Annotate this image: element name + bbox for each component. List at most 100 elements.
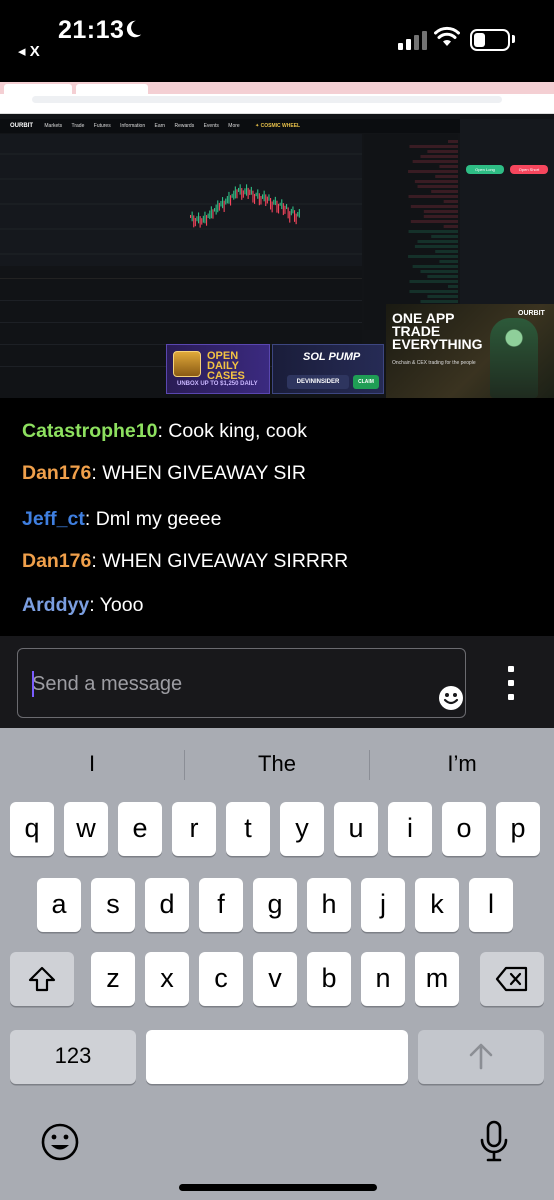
key-u[interactable]: u <box>334 802 378 856</box>
suggestion-item[interactable]: I <box>0 742 184 786</box>
numbers-key[interactable]: 123 <box>10 1030 136 1084</box>
candle <box>295 213 297 225</box>
key-t[interactable]: t <box>226 802 270 856</box>
chat-username[interactable]: Arddyy <box>22 594 89 616</box>
key-b[interactable]: b <box>307 952 351 1006</box>
orderbook-depth-bar <box>410 205 458 208</box>
key-g[interactable]: g <box>253 878 297 932</box>
table-row <box>0 323 362 345</box>
orderbook-depth-bar <box>431 235 458 238</box>
emoji-keyboard-icon[interactable] <box>40 1122 80 1162</box>
ad-logo: OURBIT <box>518 310 545 317</box>
key-i[interactable]: i <box>388 802 432 856</box>
on-screen-keyboard: I The I’m qwertyuiop asdfghjkl zxcvbnm 1… <box>0 728 554 1200</box>
candle <box>284 205 286 214</box>
orderbook-depth-bar <box>439 260 458 263</box>
orderbook-depth-bar <box>435 250 458 253</box>
key-d[interactable]: d <box>145 878 189 932</box>
key-c[interactable]: c <box>199 952 243 1006</box>
key-h[interactable]: h <box>307 878 351 932</box>
status-bar: 21:13 ◂ X <box>0 0 554 80</box>
candle <box>263 190 265 202</box>
key-y[interactable]: y <box>280 802 324 856</box>
browser-tab <box>4 84 72 94</box>
cellular-signal-icon <box>398 30 428 50</box>
candle <box>226 196 228 204</box>
keyboard-suggestions: I The I’m <box>0 742 554 786</box>
chat-username[interactable]: Catastrophe10 <box>22 420 157 442</box>
candle <box>254 193 256 204</box>
candle <box>207 213 209 219</box>
key-p[interactable]: p <box>496 802 540 856</box>
candle <box>273 199 275 205</box>
back-to-app-link[interactable]: ◂ X <box>18 42 40 60</box>
key-j[interactable]: j <box>361 878 405 932</box>
orderbook-depth-bar <box>417 185 458 188</box>
candle <box>289 211 291 223</box>
chat-message-list[interactable]: Catastrophe10: Cook king, cook Dan176: W… <box>0 400 554 636</box>
candle <box>190 214 192 218</box>
battery-nub <box>512 35 515 43</box>
key-n[interactable]: n <box>361 952 405 1006</box>
key-q[interactable]: q <box>10 802 54 856</box>
chat-input-placeholder: Send a message <box>32 673 183 695</box>
candle <box>246 184 248 196</box>
moon-icon <box>126 20 142 38</box>
chat-message: Jeff_ct: Dml my geeee <box>22 508 221 531</box>
chat-message-text: : Cook king, cook <box>157 420 308 442</box>
send-key[interactable] <box>418 1030 544 1084</box>
ad-title: SOL PUMP <box>303 351 361 363</box>
key-l[interactable]: l <box>469 878 513 932</box>
key-a[interactable]: a <box>37 878 81 932</box>
candle <box>198 212 200 224</box>
suggestion-item[interactable]: The <box>185 742 369 786</box>
candle <box>250 186 252 195</box>
space-key[interactable] <box>146 1030 408 1084</box>
key-o[interactable]: o <box>442 802 486 856</box>
key-f[interactable]: f <box>199 878 243 932</box>
backspace-key[interactable] <box>480 952 544 1006</box>
ad-title: ONE APP TRADE EVERYTHING <box>392 310 483 352</box>
key-r[interactable]: r <box>172 802 216 856</box>
microphone-icon[interactable] <box>478 1120 510 1164</box>
chat-username[interactable]: Jeff_ct <box>22 508 85 530</box>
shift-key[interactable] <box>10 952 74 1006</box>
chat-username[interactable]: Dan176 <box>22 550 91 572</box>
orderbook-depth-bar <box>443 200 458 203</box>
stream-video[interactable]: OURBIT Markets Trade Futures Information… <box>0 82 554 398</box>
candle <box>217 200 219 213</box>
chat-message-input[interactable]: Send a message <box>17 648 466 718</box>
key-z[interactable]: z <box>91 952 135 1006</box>
key-w[interactable]: w <box>64 802 108 856</box>
candle <box>196 216 198 222</box>
orderbook-depth-bar <box>427 295 458 298</box>
candle <box>244 188 246 195</box>
nav-item: Events <box>203 123 219 129</box>
key-x[interactable]: x <box>145 952 189 1006</box>
chat-username[interactable]: Dan176 <box>22 462 91 484</box>
candle <box>210 206 212 219</box>
chat-message: Dan176: WHEN GIVEAWAY SIRRRR <box>22 550 348 573</box>
open-long-button: Open Long <box>466 165 504 174</box>
home-indicator[interactable] <box>179 1184 377 1191</box>
emoji-picker-icon[interactable] <box>438 685 464 711</box>
orderbook <box>364 134 458 330</box>
key-s[interactable]: s <box>91 878 135 932</box>
key-m[interactable]: m <box>415 952 459 1006</box>
table-row <box>0 279 362 301</box>
table-row <box>0 301 362 323</box>
treasure-chest-icon <box>173 351 201 377</box>
more-options-icon[interactable] <box>505 666 517 702</box>
candle <box>266 196 268 204</box>
candle <box>270 198 272 210</box>
candle <box>236 189 238 199</box>
candle <box>204 211 206 224</box>
key-e[interactable]: e <box>118 802 162 856</box>
suggestion-item[interactable]: I’m <box>370 742 554 786</box>
wifi-icon <box>434 26 460 46</box>
key-v[interactable]: v <box>253 952 297 1006</box>
chat-message: Arddyy: Yooo <box>22 594 143 617</box>
candle <box>199 216 201 228</box>
key-k[interactable]: k <box>415 878 459 932</box>
candle <box>225 198 227 205</box>
